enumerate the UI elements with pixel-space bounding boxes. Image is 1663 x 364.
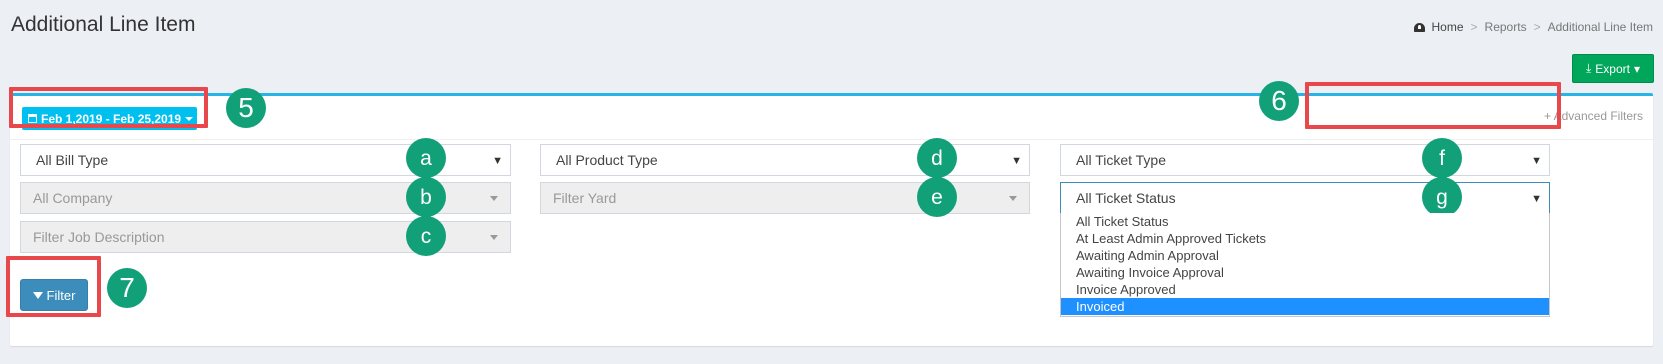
dropdown-caret-icon [1009, 196, 1017, 201]
annotation-badge-5: 5 [226, 88, 266, 128]
dropdown-arrow-icon: ▼ [1531, 155, 1542, 167]
highlight-box-date-range [9, 87, 208, 128]
yard-placeholder: Filter Yard [553, 190, 617, 206]
breadcrumb-current: Additional Line Item [1547, 20, 1653, 34]
breadcrumb-home[interactable]: Home [1432, 20, 1464, 34]
product-type-value: All Product Type [556, 152, 658, 168]
page-title: Additional Line Item [11, 13, 196, 36]
ticket-status-select[interactable]: All Ticket Status ▼ [1060, 182, 1550, 214]
ticket-type-select[interactable]: All Ticket Type ▼ [1060, 144, 1550, 176]
dropdown-option[interactable]: Invoice Approved [1061, 281, 1549, 298]
chevron-down-icon: ▾ [1633, 61, 1641, 76]
dropdown-arrow-icon: ▼ [1531, 193, 1542, 205]
dropdown-arrow-icon: ▼ [1011, 155, 1022, 167]
ticket-status-dropdown-list: All Ticket Status At Least Admin Approve… [1060, 213, 1550, 317]
breadcrumb-separator: > [1533, 20, 1541, 34]
annotation-badge-c: c [406, 216, 446, 256]
dropdown-option[interactable]: At Least Admin Approved Tickets [1061, 230, 1549, 247]
dashboard-icon [1413, 22, 1425, 32]
dropdown-caret-icon [490, 196, 498, 201]
annotation-badge-a: a [406, 138, 446, 178]
ticket-type-value: All Ticket Type [1076, 152, 1167, 168]
download-icon: ⤓ [1585, 61, 1592, 75]
annotation-badge-g: g [1422, 177, 1462, 217]
dropdown-option[interactable]: Awaiting Admin Approval [1061, 247, 1549, 264]
dropdown-option[interactable]: All Ticket Status [1061, 213, 1549, 230]
export-label: Export [1595, 61, 1630, 76]
breadcrumb-separator: > [1470, 20, 1478, 34]
panel-divider [10, 139, 1653, 140]
annotation-badge-b: b [406, 177, 446, 217]
bill-type-value: All Bill Type [36, 152, 109, 168]
annotation-badge-6: 6 [1259, 81, 1299, 121]
breadcrumb-reports[interactable]: Reports [1485, 20, 1527, 34]
dropdown-option-highlighted[interactable]: Invoiced [1061, 298, 1549, 315]
company-placeholder: All Company [33, 190, 113, 206]
highlight-box-advanced-filters [1305, 82, 1561, 129]
highlight-box-filter [6, 256, 101, 317]
job-description-placeholder: Filter Job Description [33, 229, 165, 245]
export-button[interactable]: ⤓ Export ▾ [1572, 54, 1654, 83]
annotation-badge-e: e [917, 177, 957, 217]
dropdown-caret-icon [490, 235, 498, 240]
ticket-status-value: All Ticket Status [1076, 190, 1176, 206]
annotation-badge-d: d [917, 138, 957, 178]
annotation-badge-7: 7 [107, 268, 147, 308]
breadcrumb: Home > Reports > Additional Line Item [1413, 20, 1653, 34]
dropdown-option[interactable]: Awaiting Invoice Approval [1061, 264, 1549, 281]
annotation-badge-f: f [1422, 138, 1462, 178]
dropdown-arrow-icon: ▼ [492, 155, 503, 167]
